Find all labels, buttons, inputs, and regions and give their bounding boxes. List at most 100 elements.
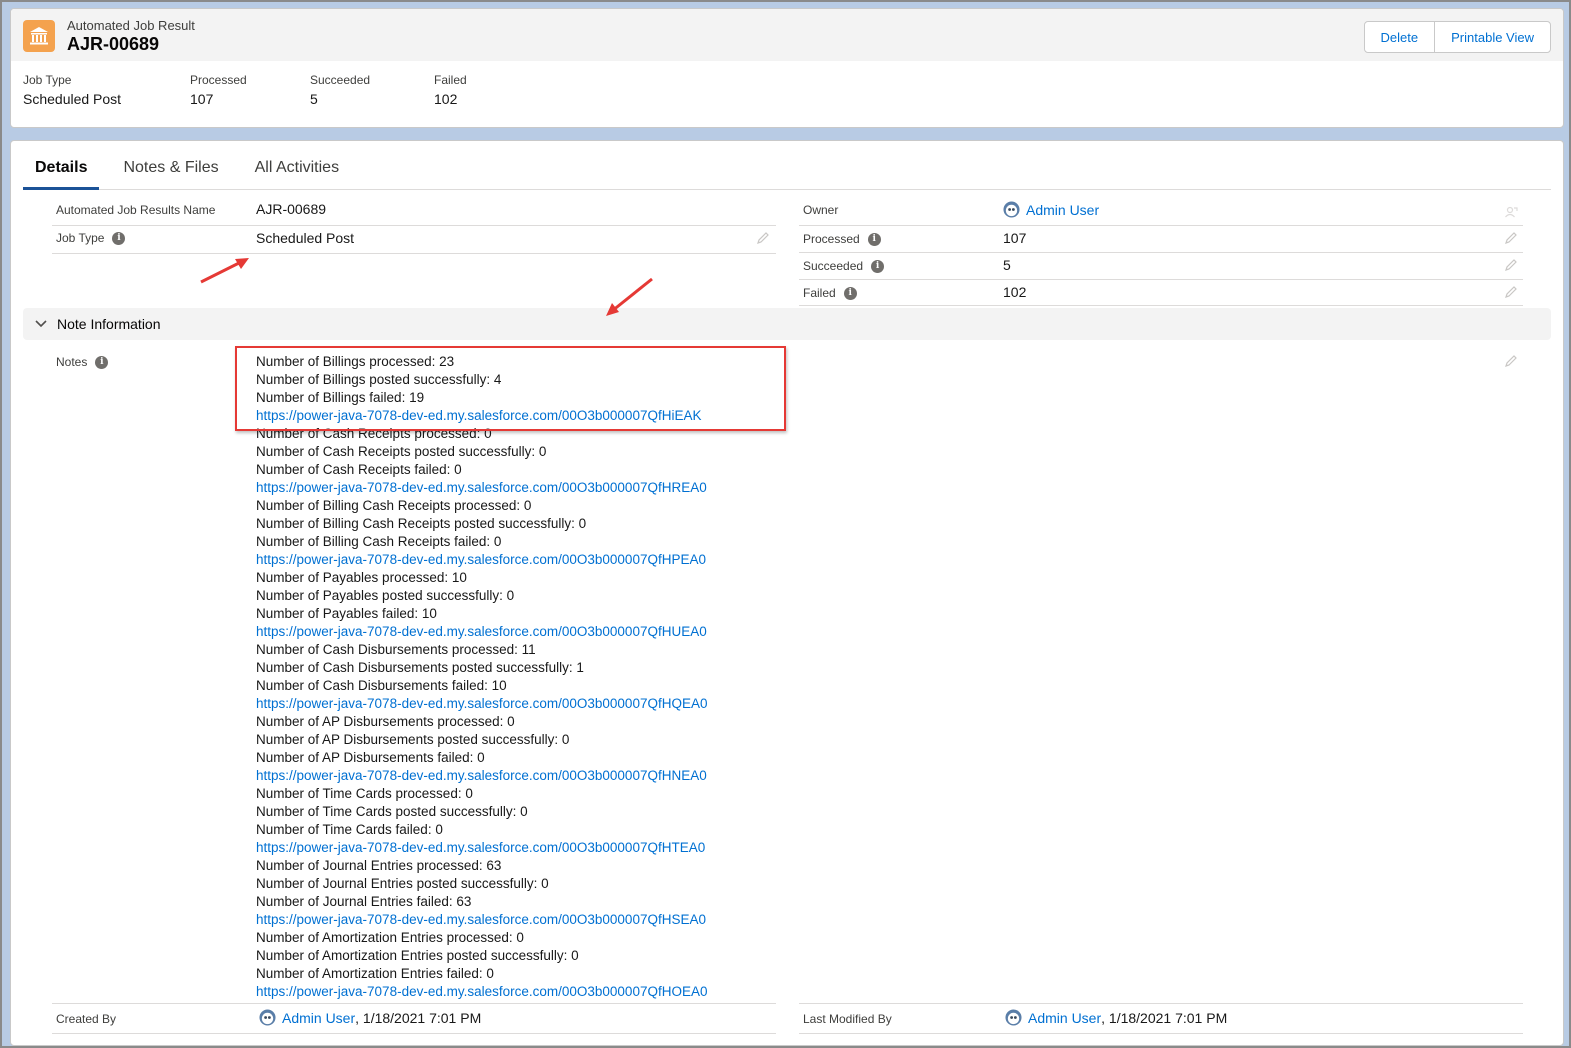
highlight-label: Failed: [434, 73, 467, 87]
notes-line: Number of Journal Entries processed: 63: [256, 858, 502, 873]
field-divider: [52, 1003, 776, 1004]
modified-by-user-link[interactable]: Admin User: [1028, 1010, 1101, 1026]
owner-link[interactable]: Admin User: [1026, 202, 1099, 218]
created-by-label: Created By: [56, 1012, 117, 1026]
pencil-icon[interactable]: [1504, 258, 1518, 272]
notes-report-link[interactable]: https://power-java-7078-dev-ed.my.salesf…: [256, 911, 816, 929]
notes-report-link[interactable]: https://power-java-7078-dev-ed.my.salesf…: [256, 767, 816, 785]
notes-line: Number of Cash Disbursements processed: …: [256, 642, 536, 657]
last-modified-by-label: Last Modified By: [803, 1012, 892, 1026]
field-divider: [799, 225, 1523, 226]
avatar-icon: [1003, 201, 1020, 218]
header-button-group: Delete Printable View: [1363, 21, 1551, 53]
avatar-icon: [1005, 1009, 1022, 1026]
note-information-section-header[interactable]: Note Information: [23, 308, 1551, 340]
notes-line: Number of AP Disbursements failed: 0: [256, 750, 485, 765]
info-icon[interactable]: i: [843, 286, 857, 300]
field-divider: [799, 252, 1523, 253]
notes-report-link[interactable]: https://power-java-7078-dev-ed.my.salesf…: [256, 839, 816, 857]
failed-field-label: Failed i: [803, 286, 857, 300]
notes-line: Number of Cash Disbursements posted succ…: [256, 660, 584, 675]
notes-line: Number of Cash Disbursements failed: 10: [256, 678, 507, 693]
info-icon[interactable]: i: [871, 259, 885, 273]
notes-line: Number of Cash Receipts posted successfu…: [256, 444, 547, 459]
avatar-icon: [259, 1009, 276, 1026]
notes-line: Number of Payables processed: 10: [256, 570, 467, 585]
failed-label-text: Failed: [803, 286, 836, 300]
notes-report-link[interactable]: https://power-java-7078-dev-ed.my.salesf…: [256, 983, 816, 1001]
highlight-label: Job Type: [23, 73, 72, 87]
notes-line: Number of Payables failed: 10: [256, 606, 437, 621]
tab-details[interactable]: Details: [23, 141, 100, 190]
object-label: Automated Job Result: [67, 18, 195, 33]
owner-field-label: Owner: [803, 203, 839, 217]
change-owner-icon[interactable]: [1504, 205, 1518, 219]
processed-field-value: 107: [1003, 230, 1027, 246]
notes-line: Number of Cash Receipts failed: 0: [256, 462, 462, 477]
succeeded-label-text: Succeeded: [803, 259, 864, 273]
pencil-icon[interactable]: [756, 231, 770, 245]
last-modified-by-value: Admin User , 1/18/2021 7:01 PM: [1005, 1009, 1227, 1026]
notes-line: Number of AP Disbursements processed: 0: [256, 714, 515, 729]
highlight-processed: Processed 107: [190, 73, 310, 107]
field-divider: [799, 1033, 1523, 1034]
annotation-highlight-box: [235, 346, 786, 431]
created-by-date: , 1/18/2021 7:01 PM: [355, 1009, 482, 1026]
created-by-user-link[interactable]: Admin User: [282, 1010, 355, 1026]
notes-line: Number of Amortization Entries processed…: [256, 930, 524, 945]
pencil-icon[interactable]: [1504, 285, 1518, 299]
tab-bar: Details Notes & Files All Activities: [23, 141, 1551, 190]
notes-report-link[interactable]: https://power-java-7078-dev-ed.my.salesf…: [256, 623, 816, 641]
notes-line: Number of AP Disbursements posted succes…: [256, 732, 570, 747]
delete-button[interactable]: Delete: [1364, 22, 1435, 52]
header-top-bar: Automated Job Result AJR-00689 Delete Pr…: [11, 9, 1563, 61]
processed-label-text: Processed: [803, 232, 860, 246]
chevron-down-icon[interactable]: [33, 316, 49, 332]
notes-line: Number of Time Cards failed: 0: [256, 822, 443, 837]
job-type-label-text: Job Type: [56, 231, 105, 245]
tab-notes-files[interactable]: Notes & Files: [111, 141, 230, 190]
succeeded-field-label: Succeeded i: [803, 259, 885, 273]
highlight-value: Scheduled Post: [23, 91, 122, 107]
notes-line: Number of Journal Entries failed: 63: [256, 894, 472, 909]
notes-line: Number of Billing Cash Receipts posted s…: [256, 516, 587, 531]
name-field-label: Automated Job Results Name: [56, 203, 216, 217]
created-by-value: Admin User , 1/18/2021 7:01 PM: [259, 1009, 481, 1026]
printable-view-button[interactable]: Printable View: [1434, 22, 1550, 52]
field-divider: [799, 279, 1523, 280]
record-header: Automated Job Result AJR-00689 Delete Pr…: [10, 8, 1564, 128]
owner-field-value: Admin User: [1003, 201, 1099, 218]
info-icon[interactable]: i: [867, 232, 881, 246]
notes-report-link[interactable]: https://power-java-7078-dev-ed.my.salesf…: [256, 479, 816, 497]
highlight-label: Processed: [190, 73, 247, 87]
notes-line: Number of Amortization Entries failed: 0: [256, 966, 494, 981]
highlight-job-type: Job Type Scheduled Post: [23, 73, 190, 107]
field-divider: [799, 305, 1523, 306]
record-title: AJR-00689: [67, 34, 160, 54]
job-type-field-value: Scheduled Post: [256, 230, 355, 246]
red-arrow: [200, 258, 249, 284]
highlights-panel: Job Type Scheduled Post Processed 107 Su…: [23, 73, 554, 107]
field-divider: [52, 253, 776, 254]
section-title: Note Information: [57, 316, 161, 332]
pencil-icon[interactable]: [1504, 231, 1518, 245]
field-divider: [52, 225, 776, 226]
info-icon[interactable]: i: [95, 355, 109, 369]
pencil-icon[interactable]: [1504, 354, 1518, 368]
notes-line: Number of Billing Cash Receipts processe…: [256, 498, 532, 513]
notes-report-link[interactable]: https://power-java-7078-dev-ed.my.salesf…: [256, 551, 816, 569]
highlight-failed: Failed 102: [434, 73, 554, 107]
notes-line: Number of Payables posted successfully: …: [256, 588, 515, 603]
failed-field-value: 102: [1003, 284, 1027, 300]
highlight-value: 107: [190, 91, 214, 107]
notes-report-link[interactable]: https://power-java-7078-dev-ed.my.salesf…: [256, 695, 816, 713]
red-arrow: [606, 277, 653, 316]
modified-by-date: , 1/18/2021 7:01 PM: [1101, 1009, 1228, 1026]
notes-line: Number of Billing Cash Receipts failed: …: [256, 534, 502, 549]
tab-all-activities[interactable]: All Activities: [243, 141, 351, 190]
info-icon[interactable]: i: [112, 231, 126, 245]
notes-line: Number of Time Cards processed: 0: [256, 786, 473, 801]
highlight-label: Succeeded: [310, 73, 371, 87]
notes-field-label: Notes i: [56, 355, 109, 369]
bank-icon: [23, 20, 55, 52]
